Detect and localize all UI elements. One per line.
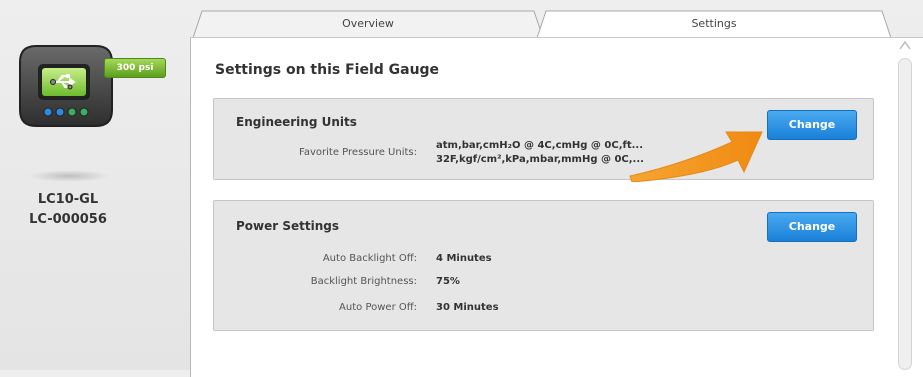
page-title: Settings on this Field Gauge: [215, 62, 440, 78]
backlight-brightness-value: 75%: [436, 276, 460, 287]
scrollbar-track[interactable]: [898, 58, 912, 370]
status-led-icon: [50, 79, 56, 85]
settings-panel: Settings on this Field Gauge Engineering…: [190, 37, 923, 377]
device-panel: 300 psi LC10-GL LC-000056: [0, 0, 190, 370]
backlight-brightness-label: Backlight Brightness:: [310, 276, 417, 287]
status-led-icon: [55, 107, 65, 117]
auto-backlight-off-value: 4 Minutes: [436, 253, 492, 264]
orange-callout-arrow-icon: [629, 131, 763, 182]
auto-backlight-off-label: Auto Backlight Off:: [322, 253, 417, 264]
auto-power-off-value: 30 Minutes: [436, 302, 499, 313]
vertical-scrollbar[interactable]: [895, 38, 915, 370]
favorite-units-line-2: 32F,kgf/cm²,kPa,mbar,mmHg @ 0C,...: [436, 154, 644, 165]
field-gauge-image[interactable]: [18, 44, 114, 128]
device-model: LC10-GL: [37, 192, 99, 207]
engineering-units-title: Engineering Units: [236, 115, 357, 129]
tab-overview[interactable]: Overview: [192, 10, 544, 38]
usb-icon: [50, 74, 76, 90]
status-led-icon: [67, 84, 73, 90]
power-settings-title: Power Settings: [236, 219, 340, 233]
status-led-icon: [43, 107, 53, 117]
status-led-icon: [67, 107, 77, 117]
status-led-icon: [79, 107, 89, 117]
pressure-range-badge: 300 psi: [104, 58, 166, 78]
tab-overview-label: Overview: [342, 17, 394, 30]
engineering-units-change-button[interactable]: Change: [767, 110, 857, 140]
scroll-up-arrow-icon[interactable]: [899, 40, 911, 50]
engineering-units-card: Engineering Units Favorite Pressure Unit…: [213, 98, 874, 180]
auto-power-off-label: Auto Power Off:: [339, 302, 417, 313]
tab-settings[interactable]: Settings: [536, 10, 892, 38]
favorite-units-line-1: atm,bar,cmH₂O @ 4C,cmHg @ 0C,ft...: [436, 140, 644, 151]
power-settings-change-button[interactable]: Change: [767, 212, 857, 242]
device-shadow: [28, 170, 110, 182]
tab-settings-label: Settings: [691, 17, 737, 30]
device-serial: LC-000056: [29, 212, 107, 227]
favorite-units-label: Favorite Pressure Units:: [299, 147, 417, 158]
power-settings-card: Power Settings Auto Backlight Off: 4 Min…: [213, 200, 874, 331]
